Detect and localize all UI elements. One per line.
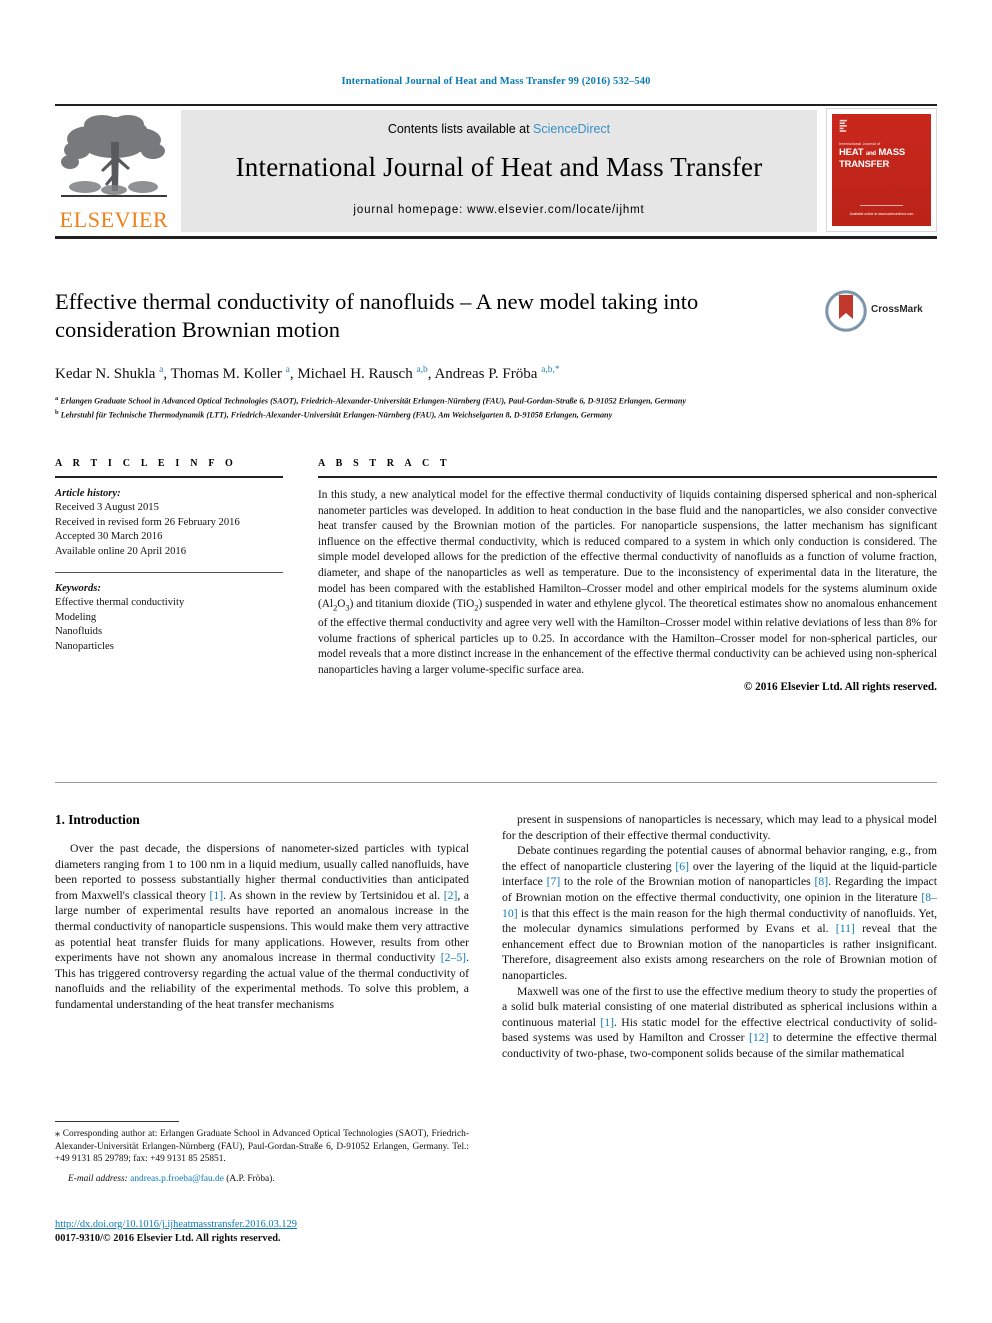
paragraph: Over the past decade, the dispersions of…	[55, 842, 469, 1011]
paragraph: present in suspensions of nanoparticles …	[502, 813, 937, 842]
author-list: Kedar N. Shukla a, Thomas M. Koller a, M…	[55, 365, 560, 382]
title-block: Effective thermal conductivity of nanofl…	[55, 288, 937, 421]
abstract-heading: A B S T R A C T	[318, 458, 451, 469]
cover-title-line1: HEAT	[839, 147, 864, 158]
elsevier-wordmark: ELSEVIER	[59, 207, 169, 232]
crossmark-badge-group[interactable]: CrossMark	[825, 290, 937, 334]
sciencedirect-link[interactable]: ScienceDirect	[533, 122, 610, 136]
section-heading-introduction: 1. Introduction	[55, 812, 140, 827]
contents-prefix: Contents lists available at	[387, 122, 534, 136]
cover-art: International Journal of HEAT and MASS T…	[832, 114, 931, 226]
email-suffix: (A.P. Fröba).	[226, 1173, 275, 1184]
footnote-rule	[55, 1121, 179, 1122]
history-item: Received 3 August 2015	[55, 502, 159, 514]
cover-footer: Available online at www.sciencedirect.co…	[849, 212, 914, 216]
crossmark-label: CrossMark	[871, 304, 923, 315]
article-info-rule	[55, 476, 283, 478]
doi-link[interactable]: http://dx.doi.org/10.1016/j.ijheatmasstr…	[55, 1218, 485, 1232]
cover-superline: International Journal of	[839, 142, 881, 146]
journal-cover-thumbnail: International Journal of HEAT and MASS T…	[826, 108, 937, 232]
paragraph: Maxwell was one of the first to use the …	[502, 984, 938, 1060]
article-history: Article history: Received 3 August 2015 …	[55, 487, 283, 559]
elsevier-mark-icon	[839, 119, 847, 132]
journal-band: Contents lists available at ScienceDirec…	[181, 110, 817, 232]
history-item: Accepted 30 March 2016	[55, 531, 163, 543]
paragraph: Debate continues regarding the potential…	[502, 844, 937, 982]
affiliation-b: b Lehrstuhl für Technische Thermodynamik…	[55, 409, 613, 420]
keyword-item: Nanofluids	[55, 626, 103, 638]
history-item: Received in revised form 26 February 201…	[55, 516, 240, 528]
body-column-right: present in suspensions of nanoparticles …	[502, 812, 937, 1062]
body-column-left: 1. Introduction Over the past decade, th…	[55, 812, 469, 1013]
corresponding-author-text: ⁎ Corresponding author at: Erlangen Grad…	[55, 1128, 469, 1165]
journal-masthead: ELSEVIER Contents lists available at Sci…	[55, 106, 937, 232]
doi-block: http://dx.doi.org/10.1016/j.ijheatmasstr…	[55, 1218, 485, 1246]
affiliation-a: a Erlangen Graduate School in Advanced O…	[55, 395, 687, 406]
elsevier-tree-icon	[61, 115, 167, 197]
masthead-bottom-rule	[55, 236, 937, 239]
journal-homepage[interactable]: journal homepage: www.elsevier.com/locat…	[181, 204, 817, 216]
keyword-item: Modeling	[55, 611, 97, 623]
cover-title: HEAT and MASS TRANSFER	[839, 147, 905, 170]
running-head: International Journal of Heat and Mass T…	[341, 76, 651, 87]
body-separator-rule	[55, 782, 937, 783]
article-info-heading: A R T I C L E I N F O	[55, 458, 237, 469]
cover-title-line2: MASS	[878, 147, 905, 158]
elsevier-logo: ELSEVIER	[55, 108, 173, 232]
affiliation-b-text: Lehrstuhl für Technische Thermodynamik (…	[60, 410, 613, 420]
affiliations: a Erlangen Graduate School in Advanced O…	[55, 393, 937, 421]
keyword-item: Nanoparticles	[55, 640, 114, 652]
crossmark-icon[interactable]	[825, 290, 867, 332]
abstract-text: In this study, a new analytical model fo…	[318, 489, 937, 676]
article-info-column: A R T I C L E I N F O Article history: R…	[55, 458, 283, 654]
article-history-label: Article history:	[55, 488, 121, 499]
abstract-copyright: © 2016 Elsevier Ltd. All rights reserved…	[743, 681, 937, 694]
cover-title-line3: TRANSFER	[839, 158, 890, 170]
history-item: Available online 20 April 2016	[55, 545, 187, 557]
keyword-item: Effective thermal conductivity	[55, 597, 185, 609]
cover-title-and: and	[865, 151, 876, 157]
issn-copyright-line: 0017-9310/© 2016 Elsevier Ltd. All right…	[55, 1233, 281, 1244]
article-title: Effective thermal conductivity of nanofl…	[55, 289, 699, 342]
corresponding-author-footnote: ⁎ Corresponding author at: Erlangen Grad…	[55, 1128, 469, 1185]
email-line: E-mail address: andreas.p.froeba@fau.de …	[55, 1173, 469, 1186]
cover-divider	[859, 205, 904, 206]
keywords-label: Keywords:	[55, 583, 101, 595]
email-label: E-mail address:	[68, 1173, 128, 1184]
email-link[interactable]: andreas.p.froeba@fau.de	[130, 1174, 224, 1184]
abstract-column: A B S T R A C T In this study, a new ana…	[318, 458, 937, 693]
abstract-rule	[318, 476, 937, 478]
keywords-block: Keywords: Effective thermal conductivity…	[55, 582, 283, 654]
contents-line: Contents lists available at ScienceDirec…	[181, 122, 817, 136]
keywords-rule	[55, 572, 283, 574]
article-page: International Journal of Heat and Mass T…	[0, 0, 992, 1323]
affiliation-a-text: Erlangen Graduate School in Advanced Opt…	[60, 396, 687, 406]
journal-title: International Journal of Heat and Mass T…	[235, 152, 763, 182]
